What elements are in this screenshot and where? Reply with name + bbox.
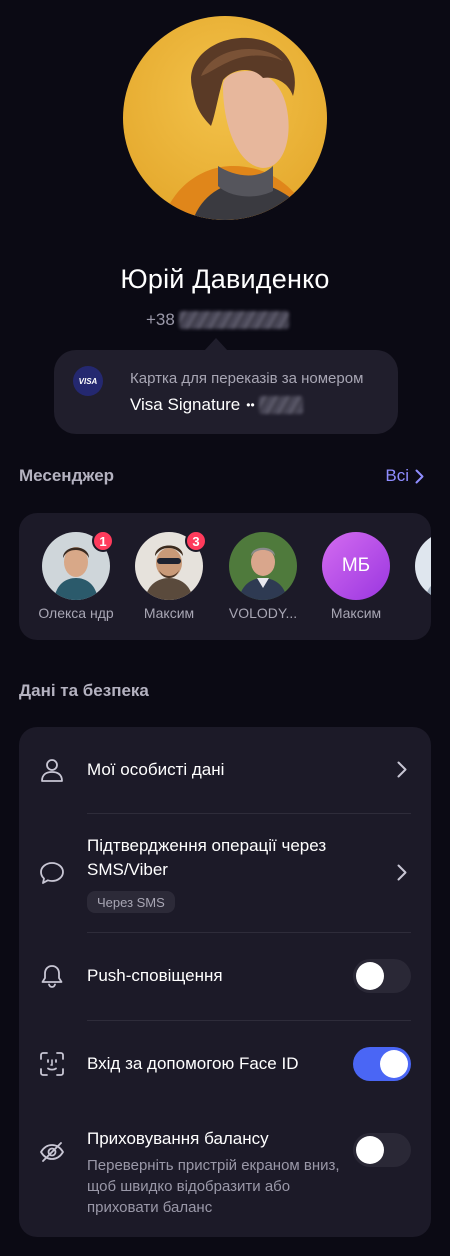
- bell-icon: [39, 963, 65, 989]
- transfer-card-bubble[interactable]: VISA Картка для переказів за номером Vis…: [54, 338, 398, 434]
- visa-icon: VISA: [73, 366, 103, 396]
- phone-prefix: +38: [146, 310, 175, 329]
- contact-avatar: [229, 532, 297, 600]
- toggle-knob: [356, 1136, 384, 1164]
- contact-item[interactable]: М: [409, 532, 431, 622]
- push-notifications-label: Push-сповіщення: [87, 966, 223, 985]
- phone-redacted: [178, 311, 289, 329]
- eye-off-icon: [39, 1139, 65, 1165]
- messenger-contacts[interactable]: 1 Олекса ндр 3 Максим VOLODY... МБ Макси…: [19, 513, 431, 640]
- contact-item[interactable]: 3 Максим: [129, 530, 209, 622]
- card-mask: ••: [246, 398, 255, 412]
- contact-avatar: [415, 532, 431, 600]
- security-settings-card: Мої особисті дані Підтвердження операції…: [19, 727, 431, 1237]
- chevron-right-icon: [415, 469, 424, 483]
- contact-avatar: 1: [42, 530, 114, 600]
- profile-phone: +38: [146, 309, 289, 331]
- contact-avatar-initials: МБ: [322, 532, 390, 600]
- profile-avatar[interactable]: [123, 16, 327, 220]
- face-id-label: Вхід за допомогою Face ID: [87, 1054, 299, 1073]
- contact-item[interactable]: 1 Олекса ндр: [36, 530, 116, 622]
- confirm-operations-row[interactable]: Підтвердження операції через SMS/Viber Ч…: [19, 814, 431, 932]
- see-all-label: Всі: [385, 466, 409, 485]
- contact-item[interactable]: VOLODY...: [223, 532, 303, 622]
- profile-name: Юрій Давиденко: [120, 264, 330, 294]
- card-number-redacted: [258, 396, 303, 414]
- card-name-row: Visa Signature ••: [130, 395, 303, 415]
- sms-method-badge: Через SMS: [87, 891, 175, 913]
- confirm-operations-label: Підтвердження операції через SMS/Viber: [87, 836, 327, 879]
- unread-badge: 3: [185, 530, 207, 552]
- face-id-icon: [39, 1051, 65, 1077]
- hide-balance-row: Приховування балансу Переверніть пристрі…: [19, 1107, 431, 1237]
- personal-data-row[interactable]: Мої особисті дані: [19, 727, 431, 813]
- toggle-knob: [356, 962, 384, 990]
- messenger-title: Месенджер: [19, 466, 115, 485]
- contact-name: Максим: [143, 605, 195, 621]
- hide-balance-toggle[interactable]: [353, 1133, 411, 1167]
- hide-balance-label: Приховування балансу: [87, 1129, 269, 1148]
- security-title: Дані та безпека: [19, 681, 149, 700]
- card-caption: Картка для переказів за номером: [130, 370, 364, 387]
- unread-badge: 1: [92, 530, 114, 552]
- chevron-right-icon: [397, 761, 407, 778]
- see-all-link[interactable]: Всі: [385, 466, 424, 486]
- face-id-toggle[interactable]: [353, 1047, 411, 1081]
- contact-name: Олекса ндр: [38, 605, 114, 621]
- hide-balance-description: Переверніть пристрій екраном вниз, щоб ш…: [87, 1157, 340, 1216]
- personal-data-label: Мої особисті дані: [87, 760, 225, 779]
- person-icon: [39, 757, 65, 783]
- card-name: Visa Signature: [130, 395, 241, 414]
- chevron-right-icon: [397, 864, 407, 881]
- push-notifications-toggle[interactable]: [353, 959, 411, 993]
- push-notifications-row: Push-сповіщення: [19, 933, 431, 1020]
- contact-name: М: [409, 604, 431, 622]
- chat-bubble-icon: [39, 860, 65, 886]
- contact-name: Максим: [330, 605, 382, 621]
- contact-name: VOLODY...: [228, 605, 298, 621]
- contact-avatar: 3: [135, 530, 207, 600]
- toggle-knob: [380, 1050, 408, 1078]
- face-id-row: Вхід за допомогою Face ID: [19, 1021, 431, 1107]
- contact-item[interactable]: МБ Максим: [316, 532, 396, 622]
